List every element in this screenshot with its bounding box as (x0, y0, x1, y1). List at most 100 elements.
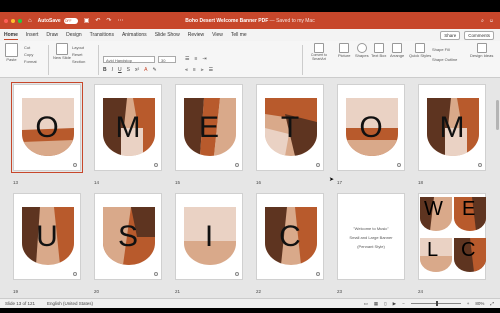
layout-button[interactable]: Layout (72, 45, 84, 50)
numbering-icon[interactable]: ≡ (194, 56, 197, 62)
search-icon[interactable]: ⌕ (481, 18, 484, 24)
slide-thumbnail[interactable]: I (175, 193, 243, 280)
autosave-toggle[interactable]: OFF (63, 17, 78, 24)
copy-button[interactable]: Copy (24, 52, 33, 57)
slideshow-view-icon[interactable]: ▶ (393, 301, 396, 307)
slide-thumbnail[interactable]: M (418, 84, 486, 171)
home-icon[interactable]: ⌂ (28, 18, 32, 24)
account-icon[interactable]: ☺ (489, 18, 494, 24)
redo-icon[interactable]: ↷ (106, 17, 111, 24)
format-painter-button[interactable]: Format (24, 59, 37, 64)
comment-icon (478, 163, 482, 167)
slide-thumbnail[interactable]: S (94, 193, 162, 280)
design-ideas-button[interactable]: Design Ideas (470, 43, 493, 58)
new-slide-icon (56, 43, 68, 55)
vertical-scrollbar[interactable] (496, 100, 499, 130)
text-box-button[interactable]: Text Box (371, 43, 386, 58)
slide-thumbnail[interactable]: O (11, 82, 83, 173)
indent-icon[interactable]: ⇥ (202, 56, 206, 62)
superscript-icon[interactable]: x² (135, 67, 139, 73)
slide-thumbnail[interactable]: W E L C (418, 193, 486, 280)
document-title: Boho Desert Welcome Banner PDF — Saved t… (185, 18, 314, 24)
convert-smartart-group[interactable]: Convert to SmartArt (308, 43, 330, 61)
zoom-out-icon[interactable]: − (402, 301, 405, 306)
undo-icon[interactable]: ↶ (95, 17, 100, 24)
align-right-icon[interactable]: ⫸ (201, 67, 204, 73)
underline-icon[interactable]: U (118, 67, 122, 73)
font-size-select[interactable]: 30 (158, 56, 176, 63)
arrange-icon (392, 43, 403, 53)
shape-outline-button[interactable]: Shape Outline (432, 57, 457, 62)
comments-button[interactable]: Comments (464, 30, 494, 40)
comment-icon (154, 163, 158, 167)
reading-view-icon[interactable]: ▯ (384, 301, 386, 307)
bullets-icon[interactable]: ☰ (185, 56, 189, 62)
paste-group[interactable]: Paste (5, 43, 18, 62)
font-color-icon[interactable]: A (144, 67, 147, 73)
slide-number: 24 (418, 289, 424, 294)
slide-thumbnail[interactable]: T (256, 84, 324, 171)
highlight-icon[interactable]: ✎ (153, 67, 157, 73)
picture-button[interactable]: Picture (338, 43, 350, 58)
tab-insert[interactable]: Insert (26, 31, 39, 39)
slide-thumbnail[interactable]: M (94, 84, 162, 171)
slide-letter: O (35, 111, 59, 144)
shape-fill-button[interactable]: Shape Fill (432, 47, 450, 52)
zoom-knob[interactable] (435, 301, 438, 306)
slide-thumbnail[interactable]: U (13, 193, 81, 280)
slide-thumbnail[interactable]: O (337, 84, 405, 171)
shapes-button[interactable]: Shapes (355, 43, 369, 58)
mouse-pointer-icon: ➤ (329, 177, 335, 183)
font-family-select[interactable]: Avid Handstop (103, 56, 155, 63)
align-center-icon[interactable]: ≡ (193, 67, 196, 73)
reset-button[interactable]: Reset (72, 52, 82, 57)
justify-icon[interactable]: ☰ (209, 67, 213, 73)
tab-draw[interactable]: Draw (46, 31, 58, 39)
align-left-icon[interactable]: ⫷ (185, 67, 188, 73)
zoom-level[interactable]: 80% (475, 301, 484, 306)
slide-number: 15 (175, 180, 181, 185)
normal-view-icon[interactable]: ▭ (364, 301, 368, 307)
slide-thumbnail[interactable]: E (175, 84, 243, 171)
tab-transitions[interactable]: Transitions (90, 31, 114, 39)
slide-thumbnail[interactable]: C (256, 193, 324, 280)
slide-sorter-view-icon[interactable]: ▦ (374, 301, 378, 307)
fit-to-window-icon[interactable]: ⤢ (490, 301, 494, 306)
slide-thumbnail[interactable]: "Welcome to Music" Small and Large Banne… (337, 193, 405, 280)
close-window-button[interactable] (4, 18, 8, 23)
slide-letter: L (427, 239, 439, 261)
comment-icon (316, 163, 320, 167)
ribbon-tabs: Home Insert Draw Design Transitions Anim… (0, 29, 500, 41)
tab-animations[interactable]: Animations (122, 31, 147, 39)
new-slide-group[interactable]: New Slide (53, 43, 71, 60)
slide-number: 19 (13, 289, 19, 294)
minimize-window-button[interactable] (11, 18, 15, 23)
language-status[interactable]: English (United States) (47, 301, 93, 306)
more-icon[interactable]: ⋯ (117, 17, 123, 24)
slide-number: 23 (337, 289, 343, 294)
tab-review[interactable]: Review (188, 31, 204, 39)
slide-letter: O (359, 111, 383, 144)
format-row: B I U S x² A ✎ (103, 67, 157, 73)
tab-slide-show[interactable]: Slide Show (155, 31, 180, 39)
tab-tell-me[interactable]: Tell me (231, 31, 247, 39)
zoom-slider[interactable] (410, 301, 461, 306)
strikethrough-icon[interactable]: S (127, 67, 130, 73)
title-bar: ⌂ AutoSave OFF ▣ ↶ ↷ ⋯ Boho Desert Welco… (0, 12, 500, 29)
comment-icon (154, 272, 158, 276)
save-icon[interactable]: ▣ (84, 17, 90, 24)
share-button[interactable]: Share (440, 30, 461, 40)
cut-button[interactable]: Cut (24, 45, 30, 50)
tab-view[interactable]: View (212, 31, 223, 39)
zoom-in-icon[interactable]: + (467, 301, 470, 306)
zoom-window-button[interactable] (18, 18, 22, 23)
section-button[interactable]: Section (72, 59, 85, 64)
quick-styles-button[interactable]: Quick Styles (409, 43, 431, 58)
tab-design[interactable]: Design (66, 31, 82, 39)
tab-home[interactable]: Home (4, 31, 18, 40)
window-controls (4, 18, 22, 23)
bold-icon[interactable]: B (103, 67, 107, 73)
italic-icon[interactable]: I (112, 67, 113, 73)
arrange-button[interactable]: Arrange (390, 43, 404, 58)
comment-icon (316, 272, 320, 276)
